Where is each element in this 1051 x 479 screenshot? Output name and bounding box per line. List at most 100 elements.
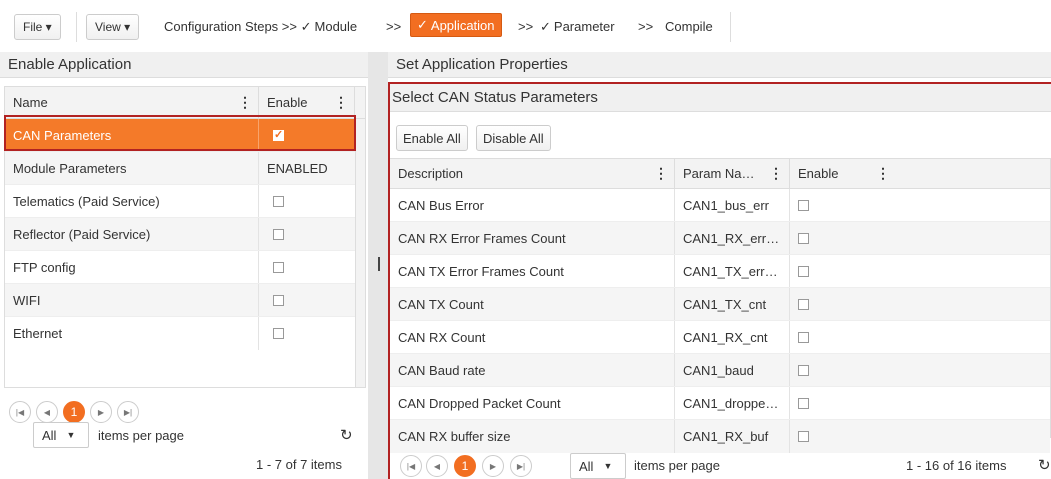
grid-row[interactable]: CAN TX Count CAN1_TX_cnt [390,288,1050,321]
section-title: Select CAN Status Parameters [390,84,1051,112]
pager-summary: 1 - 16 of 16 items [906,458,1007,473]
grid-row[interactable]: FTP config [5,251,365,284]
column-menu-icon[interactable]: ⋮ [769,165,783,182]
row-enable[interactable] [259,251,355,283]
row-enable[interactable] [259,119,355,151]
row-param-name: CAN1_RX_buf [675,420,790,453]
row-enable[interactable] [790,387,886,419]
refresh-icon[interactable]: ↻ [340,426,353,444]
checkbox-icon[interactable] [273,261,284,273]
row-name: Ethernet [5,317,259,350]
row-param-name: CAN1_droppe… [675,387,790,419]
checkbox-icon[interactable] [273,228,284,240]
items-per-page-label: items per page [634,458,720,473]
grid-row[interactable]: Telematics (Paid Service) [5,185,365,218]
items-per-page-select[interactable]: All ▼ [570,453,626,479]
column-header-enable[interactable]: Enable ⋮ [259,87,355,118]
refresh-icon[interactable]: ↻ [1038,456,1051,474]
row-param-name: CAN1_TX_cnt [675,288,790,320]
checkbox-icon[interactable] [798,232,809,244]
last-page-icon[interactable]: ▶| [117,401,139,423]
row-enable[interactable] [790,420,886,453]
grid-row[interactable]: Ethernet [5,317,365,350]
splitter-handle-icon[interactable] [378,257,380,271]
row-enable[interactable] [259,218,355,250]
grid-row[interactable]: CAN RX buffer size CAN1_RX_buf [390,420,1050,453]
checkbox-checked-icon[interactable] [273,128,284,141]
checkbox-icon[interactable] [798,298,809,310]
file-menu-button[interactable]: File ▾ [14,14,61,40]
select-value: All [579,458,594,474]
grid-row[interactable]: CAN RX Count CAN1_RX_cnt [390,321,1050,354]
panel-title: Enable Application [0,52,368,78]
column-menu-icon[interactable]: ⋮ [334,94,348,111]
step-module[interactable]: Module [315,19,358,34]
view-menu-button[interactable]: View ▾ [86,14,140,40]
checkbox-icon[interactable] [273,294,284,306]
grid-row[interactable]: Module Parameters ENABLED [5,152,365,185]
column-header-name[interactable]: Name ⋮ [5,87,259,118]
column-menu-icon[interactable]: ⋮ [654,165,668,182]
row-enable[interactable] [259,284,355,316]
toolbar: File ▾ View ▾ Configuration Steps >> ✓ Mo… [0,0,1051,52]
prev-page-icon[interactable]: ◀ [36,401,58,423]
grid-scrollbar[interactable] [355,119,365,387]
row-enable[interactable] [259,185,355,217]
checkbox-icon[interactable] [273,195,284,207]
row-enable[interactable] [790,288,886,320]
next-page-icon[interactable]: ▶ [482,455,504,477]
row-name: CAN Parameters [5,119,259,151]
row-enable[interactable] [259,317,355,350]
step-application[interactable]: ✓ Application [410,13,502,37]
column-label: Name [13,95,48,110]
enable-all-button[interactable]: Enable All [396,125,468,151]
column-header-param-name[interactable]: Param Na… ⋮ [675,159,790,188]
checkbox-icon[interactable] [273,328,284,339]
row-enable[interactable] [790,321,886,353]
page-number-button[interactable]: 1 [63,401,85,423]
grid-row[interactable]: CAN Dropped Packet Count CAN1_droppe… [390,387,1050,420]
chevron-down-icon: ▼ [66,430,76,440]
grid-row[interactable]: CAN Baud rate CAN1_baud [390,354,1050,387]
row-param-name: CAN1_TX_err… [675,255,790,287]
step-parameter[interactable]: ✓ Parameter [540,19,615,35]
checkbox-icon[interactable] [798,431,809,442]
checkbox-icon[interactable] [798,331,809,343]
column-menu-icon[interactable]: ⋮ [238,94,252,111]
checkbox-icon[interactable] [798,397,809,409]
row-name: Module Parameters [5,152,259,184]
grid-row[interactable]: CAN RX Error Frames Count CAN1_RX_err… [390,222,1050,255]
row-enable[interactable] [790,255,886,287]
column-header-description[interactable]: Description ⋮ [390,159,675,188]
step-compile[interactable]: Compile [665,19,713,34]
checkbox-icon[interactable] [798,265,809,277]
application-grid: Name ⋮ Enable ⋮ CAN Parameters Module Para… [4,86,366,388]
next-page-icon[interactable]: ▶ [90,401,112,423]
items-per-page-select[interactable]: All ▼ [33,422,89,448]
panel-splitter[interactable] [368,52,388,479]
row-param-name: CAN1_RX_err… [675,222,790,254]
checkbox-icon[interactable] [798,199,809,211]
row-enable[interactable] [790,189,886,221]
grid-row[interactable]: CAN TX Error Frames Count CAN1_TX_err… [390,255,1050,288]
row-enable[interactable] [790,222,886,254]
check-icon: ✓ [417,17,428,32]
disable-all-button[interactable]: Disable All [476,125,551,151]
grid-row[interactable]: Reflector (Paid Service) [5,218,365,251]
row-enable-status: ENABLED [267,160,328,176]
grid-row[interactable]: CAN Bus Error CAN1_bus_err [390,189,1050,222]
last-page-icon[interactable]: ▶| [510,455,532,477]
column-label: Description [398,166,464,181]
prev-page-icon[interactable]: ◀ [426,455,448,477]
grid-row[interactable]: CAN Parameters [5,119,365,152]
grid-row[interactable]: WIFI [5,284,365,317]
grid-header: Description ⋮ Param Na… ⋮ Enable ⋮ [390,159,1050,189]
checkbox-icon[interactable] [798,364,809,376]
first-page-icon[interactable]: |◀ [9,401,31,423]
column-menu-icon[interactable]: ⋮ [876,165,890,182]
page-number-button[interactable]: 1 [454,455,476,477]
items-per-page-label: items per page [98,428,184,443]
column-header-enable[interactable]: Enable ⋮ [790,159,890,188]
row-enable[interactable] [790,354,886,386]
first-page-icon[interactable]: |◀ [400,455,422,477]
